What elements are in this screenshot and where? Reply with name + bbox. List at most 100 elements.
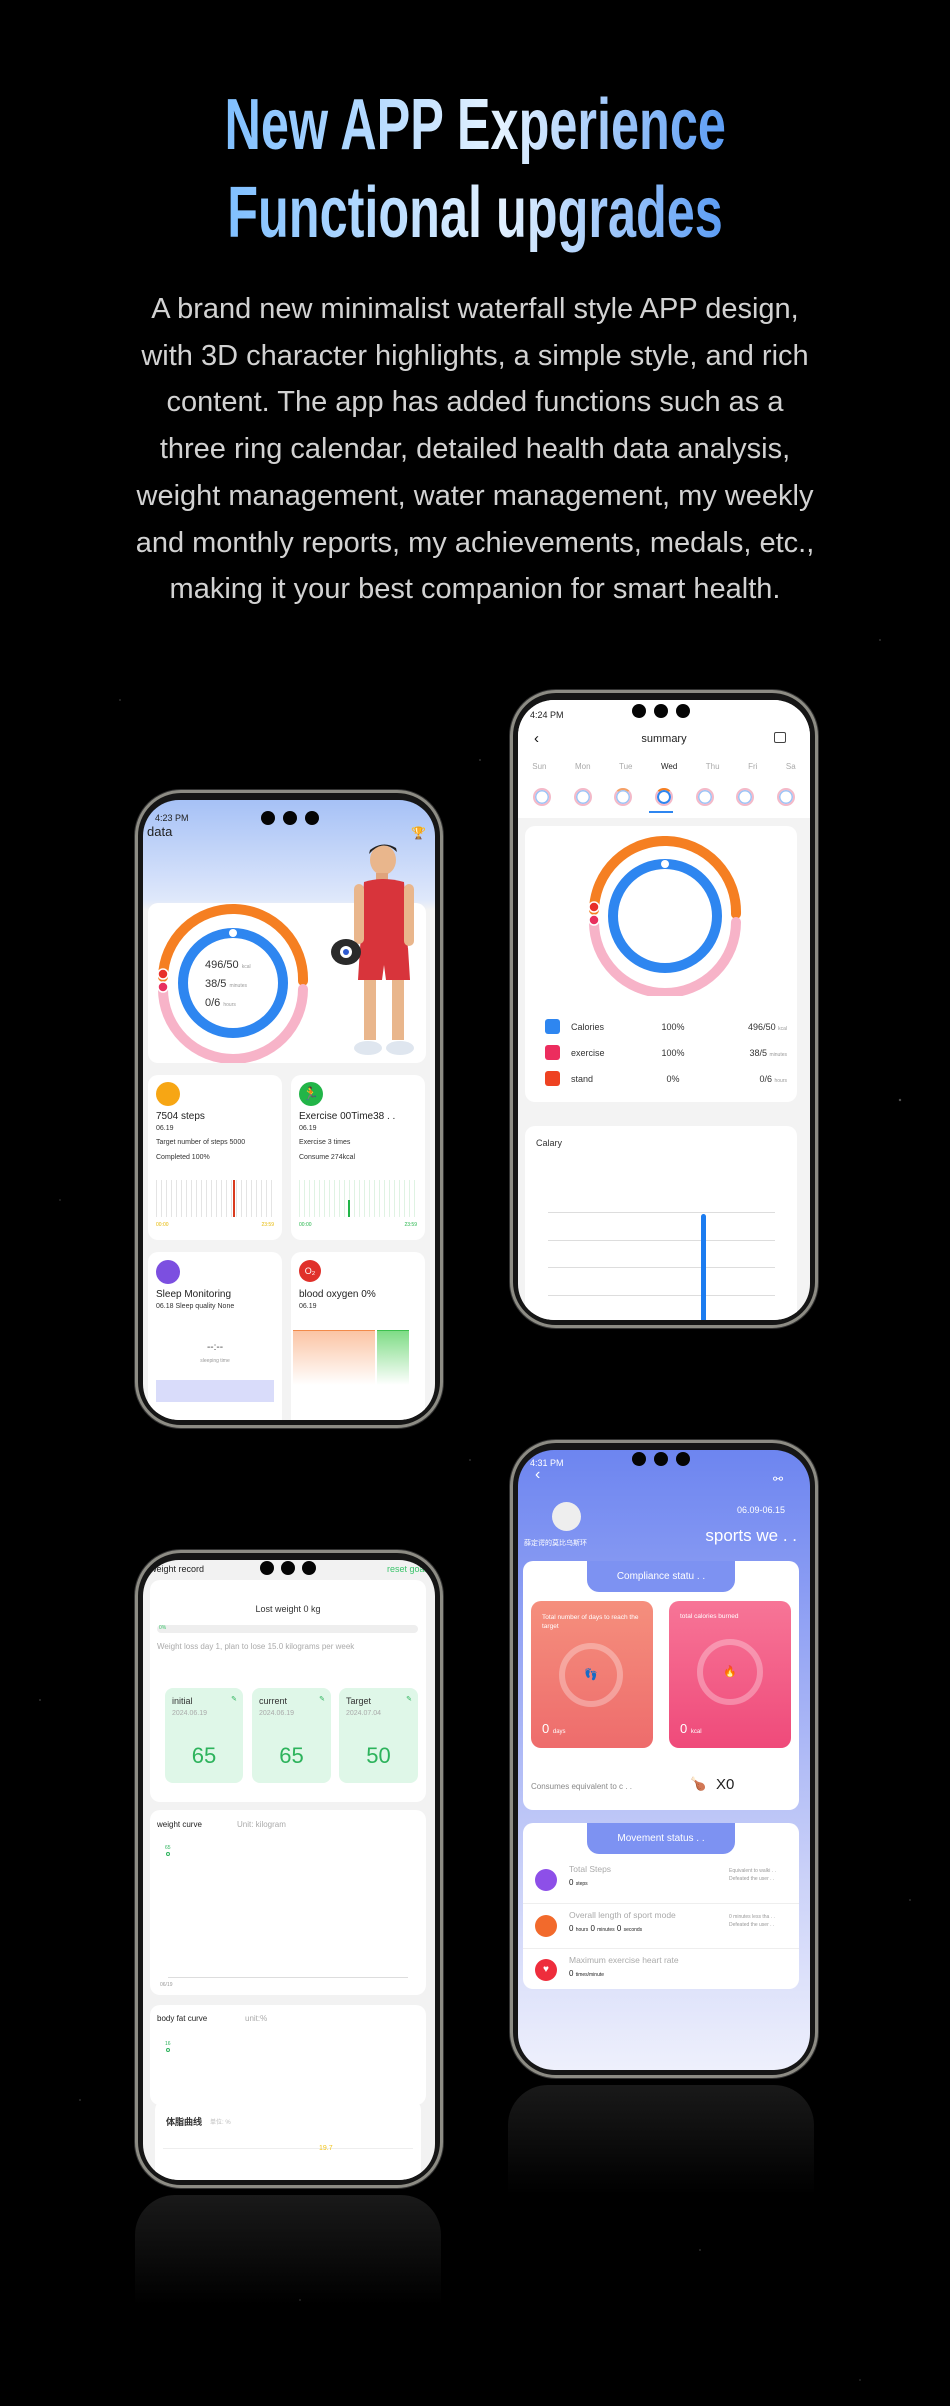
day-tab-sun[interactable]: Sun (532, 762, 546, 771)
blood-oxygen-card[interactable]: O₂ blood oxygen 0% 06.19 (291, 1252, 425, 1420)
exercise-title: Exercise 00Time38 . . (299, 1111, 396, 1122)
back-chevron-icon[interactable]: ‹ (535, 1466, 540, 1484)
row-note: Equivalent to walki . . (729, 1868, 776, 1874)
chart-bar (701, 1214, 706, 1320)
person-icon (545, 1071, 560, 1086)
sleep-card[interactable]: Sleep Monitoring 06.18 Sleep quality Non… (148, 1252, 282, 1420)
current-weight-box[interactable]: current ✎ 2024.06.19 65 (252, 1688, 331, 1783)
camera (283, 811, 297, 825)
day-tab-sa[interactable]: Sa (786, 762, 796, 771)
description-line: with 3D character highlights, a simple s… (141, 339, 809, 372)
footprint-icon (156, 1082, 180, 1106)
compliance-tab[interactable]: Compliance statu . . (587, 1561, 735, 1592)
camera (676, 1452, 690, 1466)
chart-start-time: 00:00 (156, 1222, 169, 1228)
steps-card[interactable]: 7504 steps 06.19 Target number of steps … (148, 1075, 282, 1240)
metric-value: 0/6 (759, 1074, 772, 1084)
sleep-time-value: --:-- (206, 1342, 224, 1353)
ring-marker (588, 901, 600, 913)
mini-ring-icon[interactable] (614, 788, 633, 806)
oxygen-title: blood oxygen 0% (299, 1289, 376, 1300)
reset-goals-button[interactable]: reset goals (387, 1564, 431, 1574)
metric-unit: hours (774, 1078, 787, 1084)
day-tab-mon[interactable]: Mon (575, 762, 591, 771)
ring-marker (157, 981, 169, 993)
curve-unit: unit:% (245, 2014, 268, 2023)
lost-weight-label: Lost weight 0 kg (255, 1604, 321, 1614)
mini-ring-icon[interactable] (533, 788, 552, 806)
chart-end-time: 23:59 (404, 1222, 417, 1228)
description: A brand new minimalist waterfall style A… (0, 286, 950, 613)
x-axis-label: 06/19 (160, 1982, 173, 1988)
camera (302, 1561, 316, 1575)
target-weight-box[interactable]: Target ✎ 2024.07.04 50 (339, 1688, 418, 1783)
exercise-date: 06.19 (299, 1125, 317, 1132)
days-target-card[interactable]: Total number of days to reach the target… (531, 1601, 653, 1748)
share-icon[interactable]: ⚯ (773, 1472, 783, 1486)
box-value: 65 (191, 1743, 217, 1768)
description-line: weight management, water management, my … (136, 479, 814, 512)
row-note: Defeated the user . . (729, 1922, 775, 1928)
edit-icon[interactable]: ✎ (406, 1695, 412, 1703)
row-value: 0 (616, 1924, 622, 1933)
row-value: 0 (569, 1924, 574, 1933)
description-line: content. The app has added functions suc… (166, 386, 784, 419)
sport-duration-row[interactable]: Overall length of sport mode 0 hours 0 m… (523, 1904, 799, 1949)
camera (632, 1452, 646, 1466)
data-point (166, 1852, 170, 1856)
headline-line-1: New APP Experience (224, 85, 726, 165)
home-icon (545, 1019, 560, 1034)
row-unit: hours (575, 1927, 589, 1933)
day-tab-fri[interactable]: Fri (748, 762, 757, 771)
device-name: 薛定谔的莫比乌斯环 (524, 1540, 587, 1547)
movement-card: Movement status . . Total Steps 0 steps … (523, 1823, 799, 1989)
screen: 4:23 PM data 🏆 496/50 kcal 38/5 minutes … (143, 800, 435, 1420)
x-axis (168, 1977, 408, 1978)
ring-marker (229, 929, 237, 937)
sleep-time-label: sleeping time (200, 1358, 230, 1364)
box-value: 50 (366, 1743, 391, 1768)
calendar-icon[interactable] (774, 732, 786, 743)
card-label: Total number of days to reach the target (542, 1614, 639, 1630)
camera (261, 811, 275, 825)
page-title: summary (641, 733, 687, 745)
day-tab-thu[interactable]: Thu (706, 762, 720, 771)
body-fat-cn-card: 体脂曲线 单位: % 19.7 (155, 2100, 421, 2180)
running-icon: 🏃 (299, 1082, 323, 1106)
day-mini-rings (518, 788, 810, 806)
gridline (548, 1212, 775, 1213)
camera (676, 704, 690, 718)
day-tab-tue[interactable]: Tue (619, 762, 633, 771)
initial-weight-box[interactable]: initial ✎ 2024.06.19 65 (165, 1688, 243, 1783)
edit-icon[interactable]: ✎ (231, 1695, 237, 1703)
mini-ring-icon[interactable] (654, 788, 673, 806)
row-unit: seconds (623, 1927, 643, 1933)
curve-title: 体脂曲线 (166, 2117, 203, 2127)
total-steps-row[interactable]: Total Steps 0 steps Equivalent to walki … (523, 1859, 799, 1904)
day-tab-wed[interactable]: Wed (661, 762, 677, 771)
exercise-card[interactable]: 🏃 Exercise 00Time38 . . 06.19 Exercise 3… (291, 1075, 425, 1240)
metric-unit: minutes (769, 1052, 787, 1058)
movement-tab[interactable]: Movement status . . (587, 1823, 735, 1854)
trophy-icon[interactable]: 🏆 (411, 826, 426, 840)
edit-icon[interactable]: ✎ (319, 1695, 325, 1703)
oxygen-chart-area (293, 1330, 375, 1385)
footprints-icon (535, 1869, 557, 1891)
avatar[interactable] (552, 1502, 581, 1531)
mini-ring-icon[interactable] (695, 788, 714, 806)
row-unit: times/minute (575, 1972, 605, 1978)
ring-marker (588, 914, 600, 926)
heart-rate-row[interactable]: ♥ Maximum exercise heart rate 0 times/mi… (523, 1949, 799, 1989)
mini-ring-icon[interactable] (776, 788, 795, 806)
rings-summary-card: Calories 100% 496/50 kcal exercise 100% … (525, 826, 797, 1102)
exercise-bar-chart (299, 1180, 417, 1217)
exercise-consume: Consume 274kcal (299, 1154, 356, 1161)
steps-target: Target number of steps 5000 (156, 1139, 246, 1146)
box-value: 65 (279, 1743, 304, 1768)
chart-end-time: 23:59 (261, 1222, 274, 1228)
phone-summary-screen: 4:24 PM ‹ summary Sun Mon Tue Wed Thu Fr… (505, 680, 825, 1330)
mini-ring-icon[interactable] (573, 788, 592, 806)
box-label: initial (172, 1696, 193, 1706)
calories-burned-card[interactable]: total calories burned 🔥 0 kcal (669, 1601, 791, 1748)
mini-ring-icon[interactable] (736, 788, 755, 806)
